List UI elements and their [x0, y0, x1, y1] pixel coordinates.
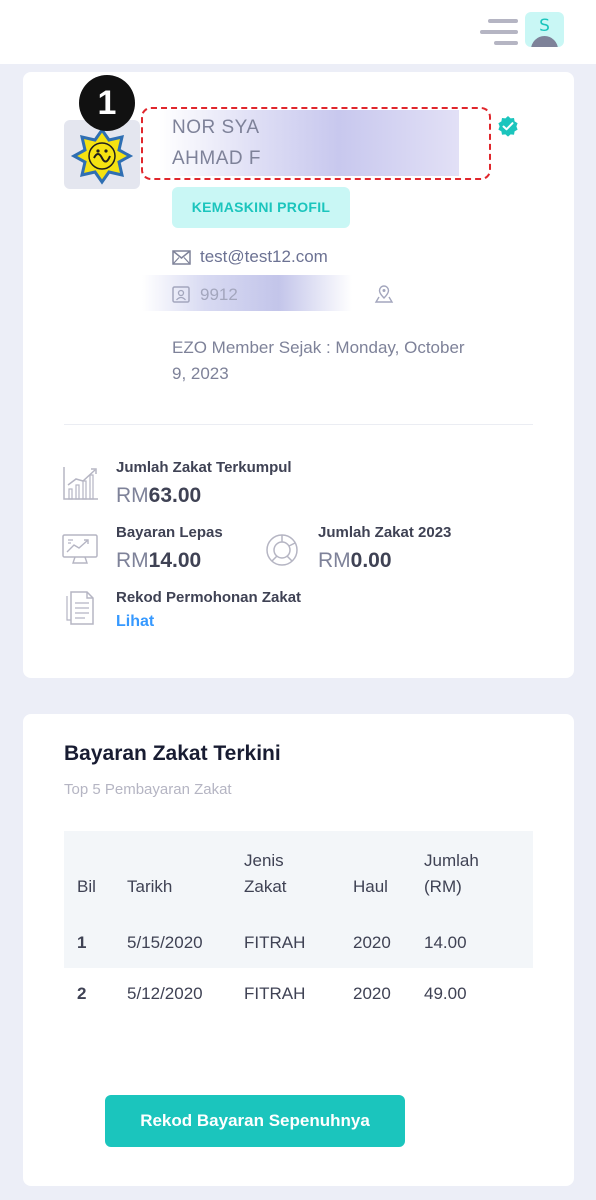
- table-header: Bil Tarikh Jenis Zakat Haul Jumlah (RM): [64, 831, 533, 917]
- payments-title: Bayaran Zakat Terkini: [64, 742, 281, 765]
- col-jumlah-line1: Jumlah: [424, 851, 479, 870]
- records-label: Rekod Permohonan Zakat: [116, 589, 302, 606]
- col-jumlah: Jumlah (RM): [424, 848, 479, 900]
- profile-ic-number: 9912: [200, 285, 238, 304]
- col-jumlah-line2: (RM): [424, 877, 462, 896]
- year-zakat-label: Jumlah Zakat 2023: [318, 524, 452, 541]
- row-jenis: FITRAH: [244, 933, 306, 952]
- map-location-icon: [374, 285, 394, 303]
- row-jenis: FITRAH: [244, 984, 306, 1003]
- payments-table: Bil Tarikh Jenis Zakat Haul Jumlah (RM) …: [64, 831, 533, 1019]
- row-jumlah: 49.00: [424, 984, 467, 1003]
- total-zakat-label: Jumlah Zakat Terkumpul: [116, 459, 292, 476]
- growth-chart-icon: [63, 467, 98, 500]
- hamburger-menu-icon[interactable]: [480, 18, 518, 48]
- row-tarikh: 5/12/2020: [127, 984, 203, 1003]
- row-bil: 2: [77, 984, 87, 1003]
- pie-chart-icon: [266, 534, 298, 566]
- avatar-silhouette: [531, 36, 558, 47]
- col-tarikh: Tarikh: [127, 877, 173, 896]
- year-zakat-value: RM0.00: [318, 549, 392, 573]
- name-highlight-frame: [141, 107, 491, 180]
- total-zakat-amount: 63.00: [148, 484, 202, 507]
- year-zakat-amount: 0.00: [350, 549, 392, 572]
- last-payment-currency: RM: [116, 549, 149, 572]
- col-jenis-line1: Jenis: [244, 851, 284, 870]
- member-since-text: EZO Member Sejak : Monday, October 9, 20…: [172, 338, 465, 383]
- col-haul: Haul: [353, 877, 388, 896]
- row-haul: 2020: [353, 933, 391, 952]
- row-tarikh: 5/15/2020: [127, 933, 203, 952]
- document-icon: [66, 591, 94, 625]
- edit-profile-button[interactable]: KEMASKINI PROFIL: [172, 187, 350, 228]
- row-bil: 1: [77, 933, 87, 952]
- user-avatar[interactable]: S: [525, 12, 564, 47]
- step-number-badge: 1: [79, 75, 135, 131]
- top-bar: S: [0, 0, 596, 64]
- id-card-icon: [172, 286, 190, 303]
- verified-check-icon: [498, 116, 518, 137]
- last-payment-value: RM14.00: [116, 549, 201, 573]
- profile-email: test@test12.com: [200, 247, 328, 266]
- col-jenis-zakat: Jenis Zakat: [244, 848, 287, 900]
- recent-payments-card: Bayaran Zakat Terkini Top 5 Pembayaran Z…: [23, 714, 574, 1186]
- year-zakat-currency: RM: [318, 549, 351, 572]
- total-zakat-value: RM63.00: [116, 484, 201, 508]
- row-haul: 2020: [353, 984, 391, 1003]
- last-payment-amount: 14.00: [148, 549, 202, 572]
- col-jenis-line2: Zakat: [244, 877, 287, 896]
- full-payment-records-button[interactable]: Rekod Bayaran Sepenuhnya: [105, 1095, 405, 1147]
- avatar-initial: S: [539, 16, 550, 36]
- payments-subtitle: Top 5 Pembayaran Zakat: [64, 781, 232, 798]
- profile-divider: [64, 424, 533, 425]
- monitor-chart-icon: [62, 534, 98, 564]
- col-bil: Bil: [77, 877, 96, 896]
- table-row: 2 5/12/2020 FITRAH 2020 49.00: [64, 968, 533, 1019]
- view-records-link[interactable]: Lihat: [116, 613, 154, 631]
- envelope-icon: [172, 250, 191, 265]
- profile-card: 1 NOR SYA AHMAD F KEMASKINI PROFIL test@…: [23, 72, 574, 678]
- last-payment-label: Bayaran Lepas: [116, 524, 223, 541]
- table-row: 1 5/15/2020 FITRAH 2020 14.00: [64, 917, 533, 968]
- total-zakat-currency: RM: [116, 484, 149, 507]
- row-jumlah: 14.00: [424, 933, 467, 952]
